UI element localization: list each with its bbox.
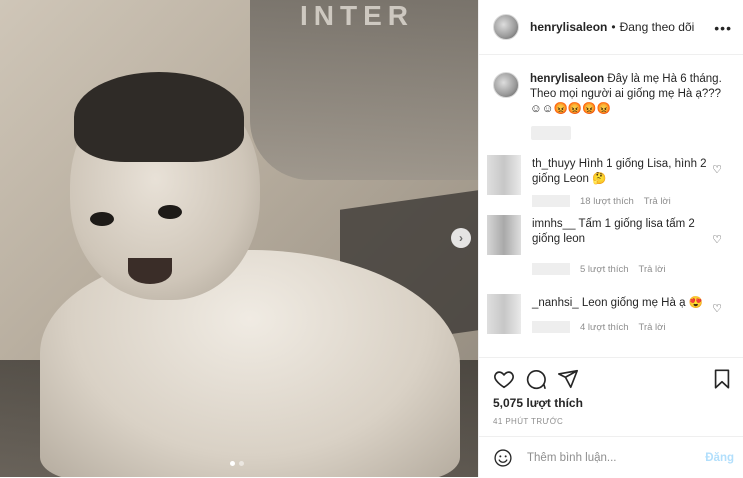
baby-eye bbox=[158, 205, 182, 219]
baby-mouth bbox=[128, 258, 172, 284]
baby-hair bbox=[74, 72, 244, 162]
likes-count[interactable]: 5,075 lượt thích bbox=[493, 396, 583, 410]
emoji-icon[interactable] bbox=[493, 448, 513, 468]
heart-icon[interactable]: ♡ bbox=[712, 163, 722, 176]
blurred-time bbox=[532, 195, 570, 207]
baby-eye bbox=[90, 212, 114, 226]
separator: • bbox=[611, 20, 616, 34]
carousel-indicator bbox=[230, 461, 244, 466]
comment-meta: 18 lượt thích Trả lời bbox=[532, 195, 671, 207]
reply-button[interactable]: Trả lời bbox=[639, 322, 666, 333]
heart-icon[interactable]: ♡ bbox=[712, 233, 722, 246]
comment-likes[interactable]: 5 lượt thích bbox=[580, 264, 629, 275]
avatar[interactable] bbox=[487, 215, 521, 255]
comment-text: th_thuyy Hình 1 giống Lisa, hình 2 giống… bbox=[532, 157, 707, 187]
comment-meta: 4 lượt thích Trả lời bbox=[532, 321, 666, 333]
avatar[interactable] bbox=[487, 155, 521, 195]
comment-text: _nanhsi_ Leon giống mẹ Hà ạ 😍 bbox=[532, 296, 707, 311]
comment-meta: 5 lượt thích Trả lời bbox=[532, 263, 666, 275]
post-actions: 5,075 lượt thích 41 PHÚT TRƯỚC Đăng bbox=[479, 357, 743, 477]
blurred-meta bbox=[531, 126, 571, 140]
avatar[interactable] bbox=[493, 72, 519, 98]
reply-button[interactable]: Trả lời bbox=[644, 196, 671, 207]
background-lettering: INTER bbox=[300, 0, 414, 31]
comment-likes[interactable]: 18 lượt thích bbox=[580, 196, 634, 207]
carousel-dot-active bbox=[230, 461, 235, 466]
comment-username[interactable]: imnhs__ bbox=[532, 218, 575, 230]
heart-icon[interactable]: ♡ bbox=[712, 302, 722, 315]
comment-input[interactable] bbox=[525, 450, 689, 465]
follow-status[interactable]: Đang theo dõi bbox=[620, 20, 695, 34]
avatar[interactable] bbox=[487, 294, 521, 334]
comment-item: th_thuyy Hình 1 giống Lisa, hình 2 giống… bbox=[479, 155, 743, 219]
comment-icon[interactable] bbox=[525, 368, 547, 390]
baby-body bbox=[40, 250, 460, 477]
heart-icon[interactable] bbox=[493, 368, 515, 390]
comment-item: _nanhsi_ Leon giống mẹ Hà ạ 😍 ♡ 4 lượt t… bbox=[479, 294, 743, 356]
action-bar bbox=[493, 368, 733, 392]
comment-likes[interactable]: 4 lượt thích bbox=[580, 322, 629, 333]
comment-item: imnhs__ Tấm 1 giống lisa tấm 2 giống leo… bbox=[479, 215, 743, 279]
caption-text: henrylisaleon Đây là mẹ Hà 6 tháng. Theo… bbox=[530, 72, 733, 117]
comment-text: imnhs__ Tấm 1 giống lisa tấm 2 giống leo… bbox=[532, 217, 707, 247]
caption-username[interactable]: henrylisaleon bbox=[530, 73, 604, 85]
blurred-time bbox=[532, 263, 570, 275]
bookmark-icon[interactable] bbox=[711, 368, 733, 390]
comment-body: Leon giống mẹ Hà ạ 😍 bbox=[581, 297, 703, 309]
avatar[interactable] bbox=[493, 14, 519, 40]
ellipsis-icon[interactable]: ••• bbox=[714, 20, 732, 36]
chevron-right-icon[interactable]: › bbox=[451, 228, 471, 248]
comments-list[interactable]: henrylisaleon Đây là mẹ Hà 6 tháng. Theo… bbox=[479, 56, 743, 356]
caption-emojis: ☺☺😡😡😡😡 bbox=[530, 103, 611, 115]
share-icon[interactable] bbox=[557, 368, 579, 390]
instagram-post: INTER › henrylisaleon • Đang theo dõi ••… bbox=[0, 0, 743, 477]
post-sidebar: henrylisaleon • Đang theo dõi ••• henryl… bbox=[478, 0, 743, 477]
add-comment-bar: Đăng bbox=[479, 436, 743, 478]
post-time[interactable]: 41 PHÚT TRƯỚC bbox=[493, 417, 563, 426]
header-username[interactable]: henrylisaleon bbox=[530, 20, 607, 34]
comment-username[interactable]: th_thuyy bbox=[532, 158, 575, 170]
post-comment-button[interactable]: Đăng bbox=[705, 452, 734, 464]
caption: henrylisaleon Đây là mẹ Hà 6 tháng. Theo… bbox=[493, 72, 733, 117]
carousel-dot bbox=[239, 461, 244, 466]
post-header: henrylisaleon • Đang theo dõi ••• bbox=[479, 0, 743, 55]
comment-username[interactable]: _nanhsi_ bbox=[532, 297, 579, 309]
reply-button[interactable]: Trả lời bbox=[639, 264, 666, 275]
post-photo[interactable]: INTER › bbox=[0, 0, 478, 477]
blurred-time bbox=[532, 321, 570, 333]
